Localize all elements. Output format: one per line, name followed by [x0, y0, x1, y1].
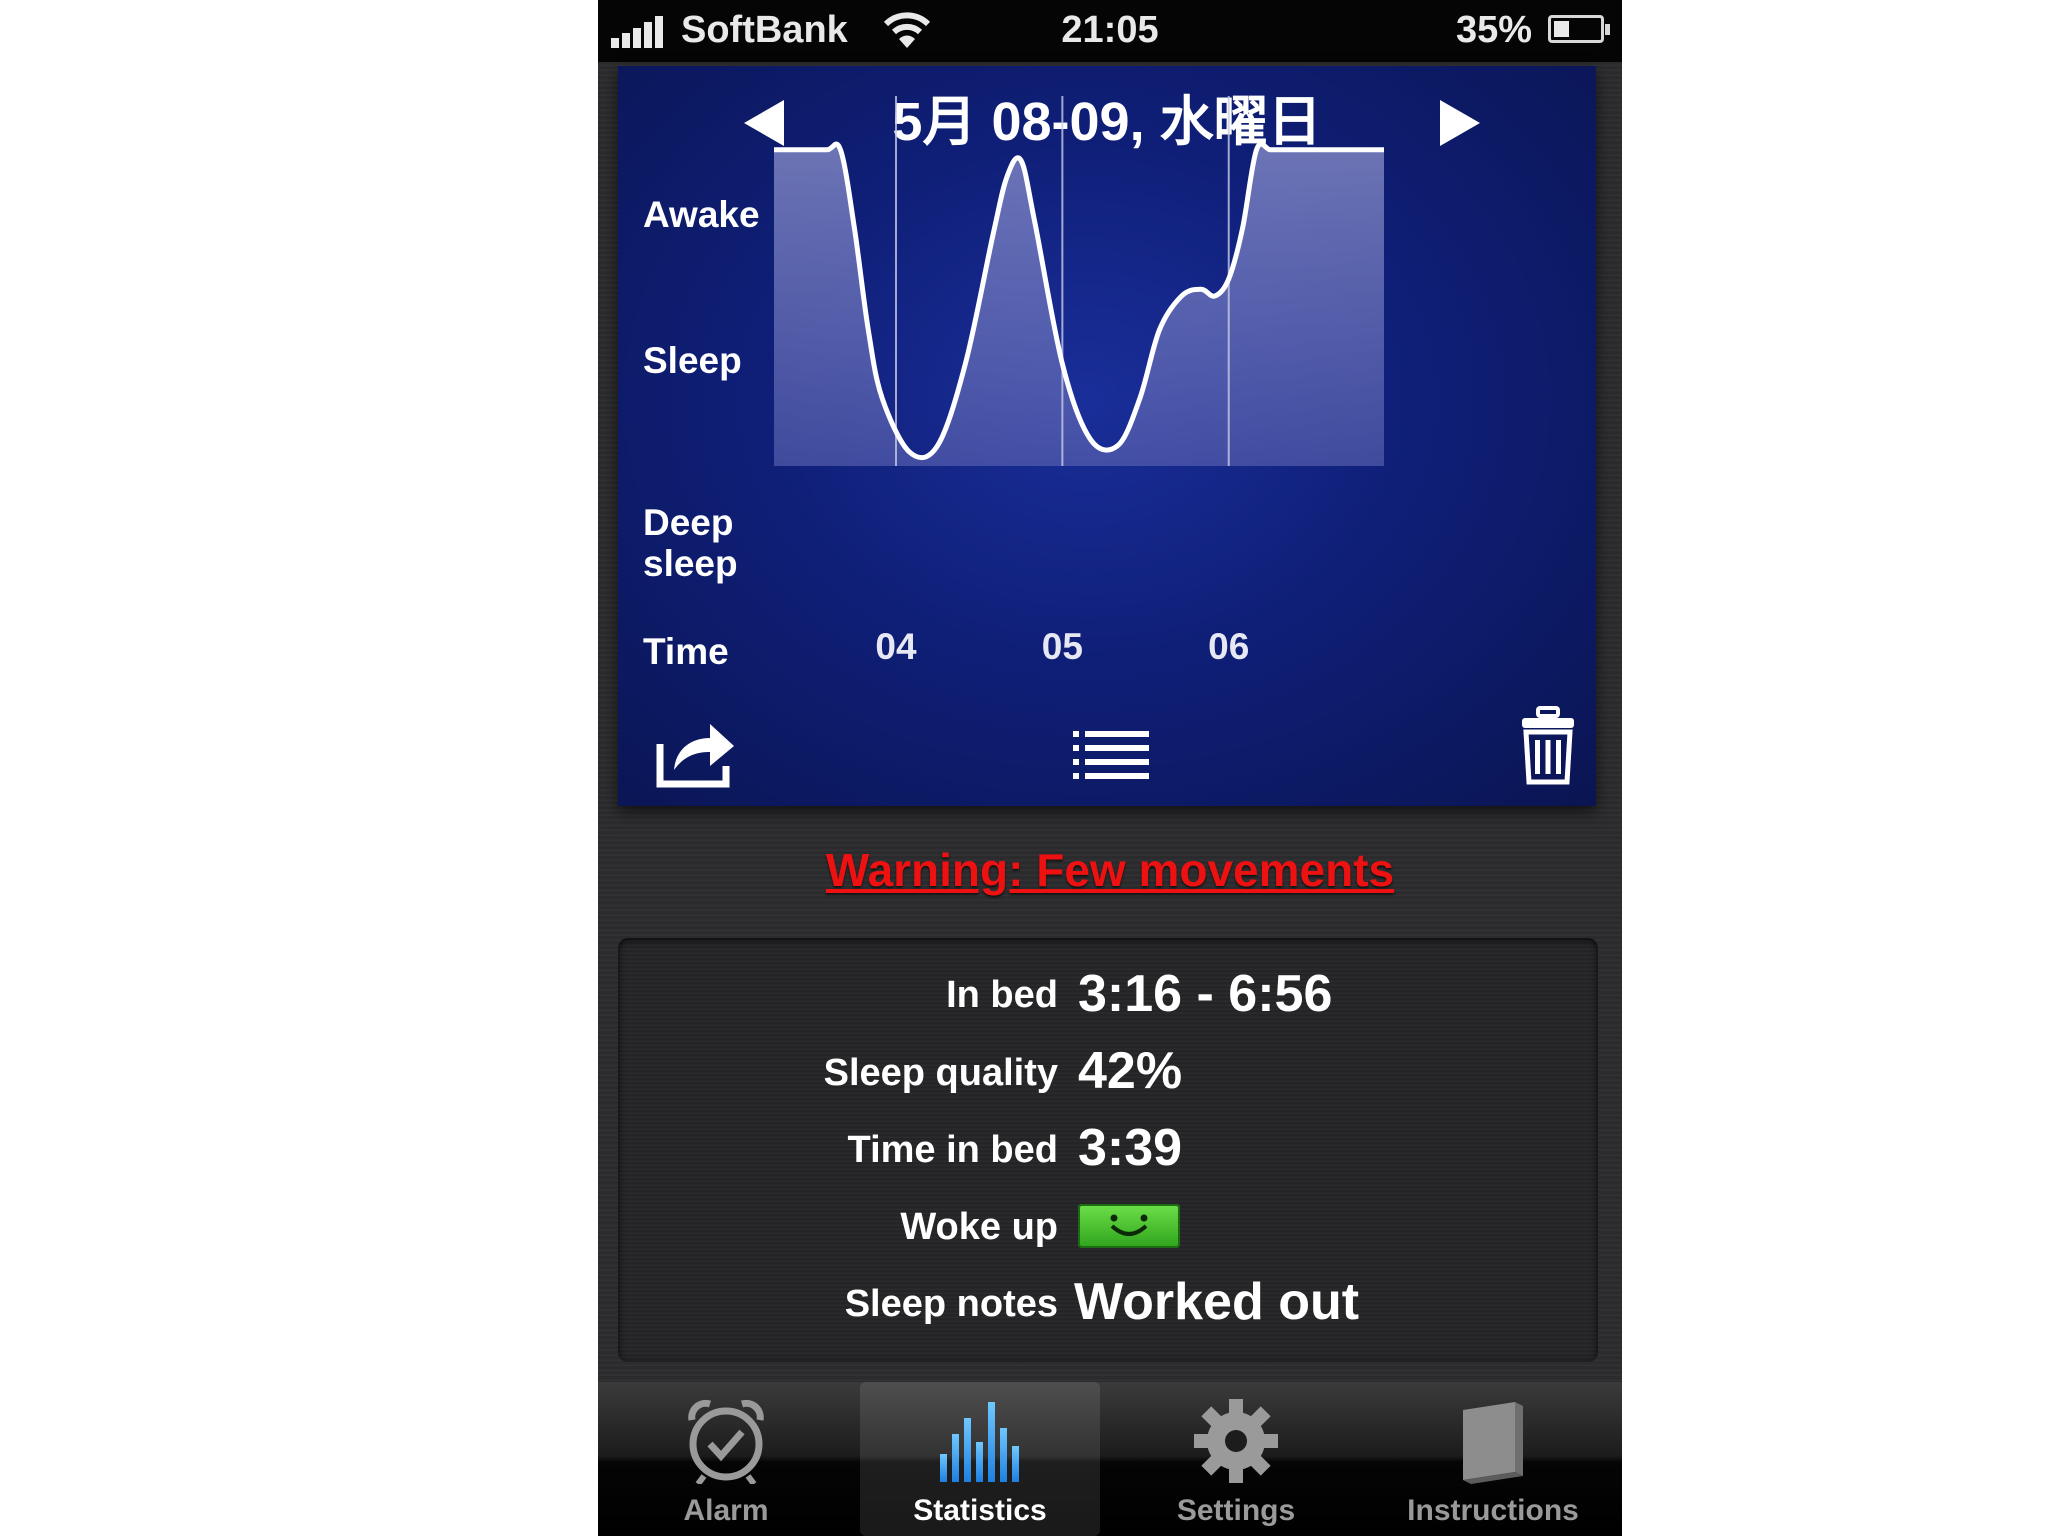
- tab-settings-label: Settings: [1176, 1494, 1296, 1527]
- sleep-graph-panel: 5月 08-09, 水曜日 Awake Sleep Deep sleep Tim…: [618, 66, 1596, 806]
- happy-face-icon[interactable]: [1078, 1204, 1180, 1248]
- warning-link[interactable]: Warning: Few movements: [826, 844, 1394, 896]
- gear-icon: [1194, 1399, 1278, 1483]
- sleep-chart: [774, 96, 1384, 466]
- share-icon[interactable]: [656, 718, 736, 788]
- stats-panel: In bed 3:16 - 6:56 Sleep quality 42% Tim…: [618, 938, 1598, 1362]
- bar-chart-icon: [940, 1402, 1019, 1482]
- status-bar: SoftBank 21:05 35%: [598, 0, 1622, 62]
- in-bed-value: 3:16 - 6:56: [1078, 965, 1333, 1023]
- tab-statistics-label: Statistics: [913, 1494, 1047, 1527]
- sleep-quality-value: 42%: [1078, 1042, 1183, 1100]
- phone-screen: SoftBank 21:05 35% 5月 08-09, 水曜日 Awake S…: [598, 0, 1622, 1536]
- tab-alarm-label: Alarm: [683, 1494, 769, 1527]
- time-in-bed-label: Time in bed: [847, 1129, 1058, 1171]
- x-tick-04: 04: [875, 626, 917, 667]
- woke-up-label: Woke up: [900, 1206, 1058, 1248]
- tab-instructions-label: Instructions: [1407, 1494, 1579, 1527]
- battery-fill: [1554, 21, 1569, 37]
- in-bed-label: In bed: [946, 974, 1058, 1016]
- sleep-notes-label: Sleep notes: [844, 1283, 1058, 1325]
- x-tick-05: 05: [1041, 626, 1083, 667]
- tab-alarm[interactable]: Alarm: [606, 1382, 846, 1536]
- battery-icon: [1548, 15, 1610, 43]
- tab-bar: Alarm Statistics Settings Instructions: [598, 1382, 1622, 1536]
- tab-instructions[interactable]: Instructions: [1368, 1382, 1618, 1536]
- smile-face-icon: [1110, 1214, 1148, 1236]
- sleep-quality-label: Sleep quality: [823, 1052, 1058, 1094]
- tab-settings[interactable]: Settings: [1116, 1382, 1356, 1536]
- sleep-notes-value[interactable]: Worked out: [1074, 1272, 1359, 1332]
- battery-percent: 35%: [1455, 9, 1532, 51]
- alarm-clock-icon: [688, 1399, 764, 1484]
- x-tick-06: 06: [1208, 626, 1250, 667]
- list-icon[interactable]: [1073, 728, 1149, 782]
- time-in-bed-value: 3:39: [1078, 1119, 1183, 1177]
- tab-statistics[interactable]: Statistics: [860, 1382, 1100, 1536]
- warning-message: Warning: Few movements: [598, 843, 1622, 897]
- book-icon: [1463, 1402, 1523, 1484]
- trash-icon[interactable]: [1520, 706, 1576, 786]
